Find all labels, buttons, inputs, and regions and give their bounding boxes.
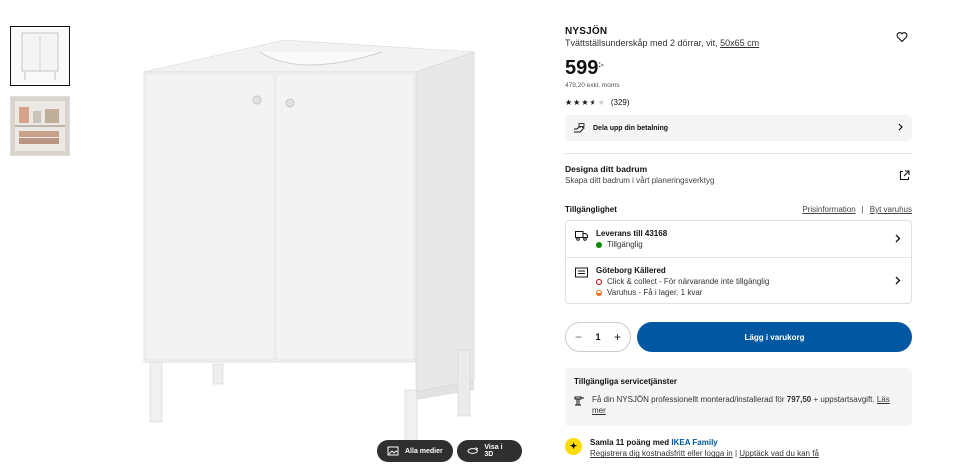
quantity-value: 1	[595, 332, 601, 342]
add-to-cart-button[interactable]: Lägg i varukorg	[637, 322, 912, 352]
thumbnail-list	[10, 26, 70, 166]
all-media-button[interactable]: Alla medier	[377, 440, 453, 462]
gallery-icon	[387, 446, 399, 456]
family-title-prefix: Samla 11 poäng med	[590, 438, 670, 448]
in-store-text: Varuhus - Få i lager. 1 kvar	[607, 288, 703, 297]
product-main-image: Alla medier Visa i 3D	[100, 0, 530, 472]
product-info-panel: NYSJÖN Tvättställsunderskåp med 2 dörrar…	[565, 26, 912, 458]
price: 599 :-	[565, 58, 912, 78]
view-3d-button[interactable]: Visa i 3D	[457, 440, 522, 462]
external-link-icon	[899, 170, 910, 181]
availability-box: Leverans till 43168 Tillgänglig Göteborg…	[565, 220, 912, 304]
click-collect-status: Click & collect - För närvarande inte ti…	[596, 277, 901, 286]
discover-link[interactable]: Upptäck vad du kan få	[739, 449, 819, 458]
register-link[interactable]: Registrera dig kostnadsfritt eller logga…	[590, 449, 733, 458]
change-store-link[interactable]: Byt varuhus	[870, 205, 912, 214]
family-brand: IKEA Family	[671, 438, 718, 448]
delivery-status: Tillgänglig	[596, 240, 901, 249]
in-store-status: Varuhus - Få i lager. 1 kvar	[596, 288, 901, 297]
split-payment-label: Dela upp din betalning	[593, 124, 669, 132]
cabinet-image	[143, 39, 475, 451]
services-text-before: Få din NYSJÖN professionellt monterad/in…	[592, 395, 785, 404]
heart-icon[interactable]	[896, 31, 908, 43]
view-3d-label: Visa i 3D	[484, 444, 503, 458]
split-payment-button[interactable]: Dela upp din betalning	[565, 115, 912, 141]
cabinet-thumbnail-image	[21, 32, 59, 80]
delivery-row[interactable]: Leverans till 43168 Tillgänglig	[566, 221, 911, 257]
store-row[interactable]: Göteborg Källered Click & collect - För …	[566, 257, 911, 303]
price-ex-vat: 479,20 exkl. moms	[565, 82, 620, 89]
services-box: Tillgängliga servicetjänster Få din NYSJ…	[565, 368, 912, 427]
price-info-link[interactable]: Prisinformation	[802, 205, 855, 214]
services-body: Få din NYSJÖN professionellt monterad/in…	[574, 394, 903, 416]
availability-title: Tillgänglighet	[565, 205, 617, 214]
price-unit: :-	[598, 60, 604, 69]
services-title: Tillgängliga servicetjänster	[574, 377, 678, 386]
design-bathroom-link[interactable]: Designa ditt badrum Skapa ditt badrum i …	[565, 164, 912, 185]
chevron-right-icon	[895, 234, 901, 245]
store-icon	[575, 267, 588, 278]
assembly-tool-icon	[574, 396, 584, 406]
store-title: Göteborg Källered	[596, 266, 666, 275]
status-low-stock-icon	[596, 289, 602, 296]
availability-header: Tillgänglighet Prisinformation | Byt var…	[565, 205, 912, 214]
link-separator: |	[861, 205, 864, 214]
delivery-title: Leverans till 43168	[596, 229, 668, 238]
design-subtitle: Skapa ditt badrum i vårt planeringsverkt…	[565, 176, 715, 185]
thumbnail-interior[interactable]	[10, 96, 70, 156]
star-empty-icon: ★	[597, 98, 605, 107]
quantity-stepper: − 1 +	[565, 322, 631, 352]
rating[interactable]: ★ ★ ★ ★ ★ (329)	[565, 98, 912, 107]
ikea-family-section: ✦ Samla 11 poäng med IKEA Family Registr…	[565, 438, 912, 458]
star-icon: ★	[573, 98, 581, 107]
truck-icon	[575, 231, 588, 241]
3d-rotate-icon	[467, 447, 479, 454]
thumbnail-cabinet[interactable]	[10, 26, 70, 86]
status-unavailable-icon	[596, 278, 602, 285]
services-text: Få din NYSJÖN professionellt monterad/in…	[592, 394, 903, 416]
ikea-family-logo-icon: ✦	[565, 438, 582, 456]
family-title: Samla 11 poäng med IKEA Family	[590, 438, 819, 447]
product-name: NYSJÖN	[565, 26, 608, 37]
quantity-increase-button[interactable]: +	[609, 330, 625, 344]
status-available-icon	[596, 241, 602, 248]
services-amount: 797,50	[786, 395, 812, 404]
star-icon: ★	[581, 98, 589, 107]
divider	[565, 153, 912, 154]
services-text-after: + uppstartsavgift.	[813, 395, 875, 404]
family-separator: |	[734, 449, 738, 459]
add-to-cart-row: − 1 + Lägg i varukorg	[565, 322, 912, 352]
description-text: Tvättställsunderskåp med 2 dörrar, vit,	[565, 38, 718, 48]
rating-count: (329)	[610, 98, 630, 107]
payment-hand-icon	[574, 123, 585, 133]
family-links: Registrera dig kostnadsfritt eller logga…	[590, 449, 819, 458]
star-icon: ★	[565, 98, 573, 107]
design-title: Designa ditt badrum	[565, 164, 648, 174]
interior-thumbnail-image	[11, 97, 69, 155]
product-description: Tvättställsunderskåp med 2 dörrar, vit, …	[565, 38, 912, 48]
price-value: 599	[565, 57, 599, 79]
click-collect-text: Click & collect - För närvarande inte ti…	[607, 277, 770, 286]
chevron-right-icon	[895, 276, 901, 287]
rating-stars: ★ ★ ★ ★ ★	[565, 98, 605, 107]
quantity-decrease-button[interactable]: −	[570, 330, 586, 344]
chevron-right-icon	[898, 123, 904, 133]
all-media-label: Alla medier	[405, 447, 443, 455]
delivery-status-text: Tillgänglig	[607, 240, 643, 249]
size-link[interactable]: 50x65 cm	[720, 38, 759, 48]
half-star-icon: ★	[589, 98, 597, 107]
availability-links: Prisinformation | Byt varuhus	[802, 205, 912, 214]
